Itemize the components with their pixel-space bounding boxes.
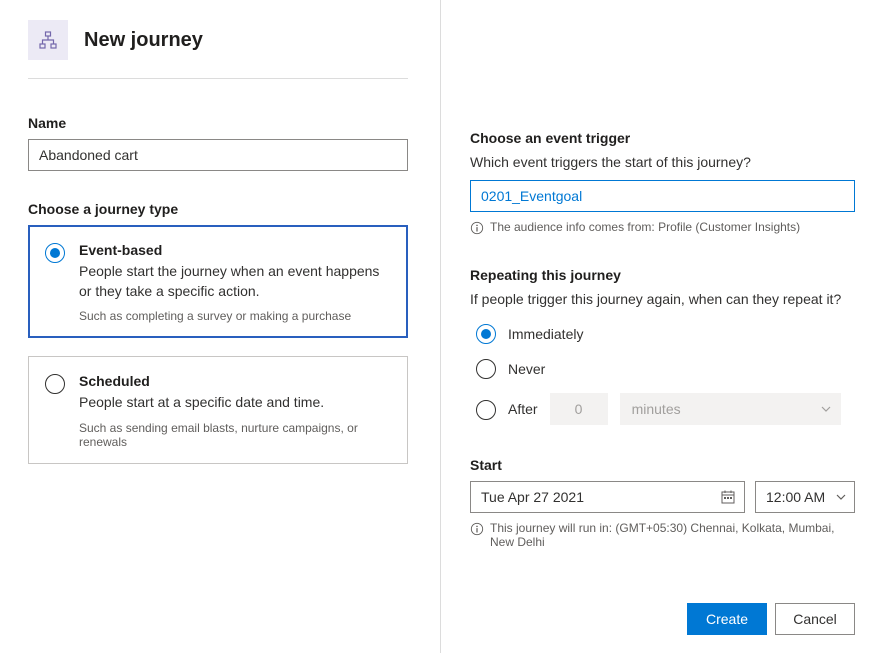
repeat-option-immediately[interactable]: Immediately: [476, 323, 855, 344]
timezone-info: This journey will run in: (GMT+05:30) Ch…: [490, 521, 855, 549]
start-time-value: 12:00 AM: [766, 489, 825, 505]
journey-type-label: Choose a journey type: [28, 201, 408, 217]
radio-icon: [476, 324, 496, 344]
chevron-down-icon: [836, 494, 846, 500]
radio-label: After: [508, 401, 538, 417]
card-desc: People start the journey when an event h…: [79, 262, 391, 301]
create-button[interactable]: Create: [687, 603, 767, 635]
repeat-subtext: If people trigger this journey again, wh…: [470, 291, 855, 307]
card-desc: People start at a specific date and time…: [79, 393, 391, 413]
cancel-button[interactable]: Cancel: [775, 603, 855, 635]
name-input[interactable]: [28, 139, 408, 171]
radio-label: Immediately: [508, 326, 583, 342]
info-icon: [470, 522, 484, 536]
journey-type-event-based[interactable]: Event-based People start the journey whe…: [28, 225, 408, 338]
page-title: New journey: [84, 29, 203, 52]
radio-icon: [45, 374, 65, 394]
journey-type-scheduled[interactable]: Scheduled People start at a specific dat…: [28, 356, 408, 464]
radio-icon: [476, 400, 496, 420]
card-hint: Such as completing a survey or making a …: [79, 309, 391, 323]
radio-label: Never: [508, 361, 545, 377]
repeat-after-value[interactable]: [550, 393, 608, 425]
repeat-after-unit[interactable]: [620, 393, 841, 425]
hierarchy-icon: [28, 20, 68, 60]
calendar-icon: [720, 489, 736, 505]
repeat-option-never[interactable]: Never: [476, 358, 855, 379]
radio-icon: [45, 243, 65, 263]
trigger-subtext: Which event triggers the start of this j…: [470, 154, 855, 170]
start-label: Start: [470, 457, 855, 473]
card-title: Scheduled: [79, 373, 391, 389]
radio-icon: [476, 359, 496, 379]
card-title: Event-based: [79, 242, 391, 258]
trigger-label: Choose an event trigger: [470, 130, 855, 146]
repeat-option-after[interactable]: After: [476, 393, 855, 425]
start-time-input[interactable]: 12:00 AM: [755, 481, 855, 513]
repeat-label: Repeating this journey: [470, 267, 855, 283]
header-divider: [28, 78, 408, 79]
card-hint: Such as sending email blasts, nurture ca…: [79, 421, 391, 449]
start-date-input[interactable]: Tue Apr 27 2021: [470, 481, 745, 513]
trigger-info: The audience info comes from: Profile (C…: [490, 220, 800, 234]
info-icon: [470, 221, 484, 235]
trigger-input[interactable]: [470, 180, 855, 212]
start-date-value: Tue Apr 27 2021: [481, 489, 584, 505]
name-label: Name: [28, 115, 408, 131]
